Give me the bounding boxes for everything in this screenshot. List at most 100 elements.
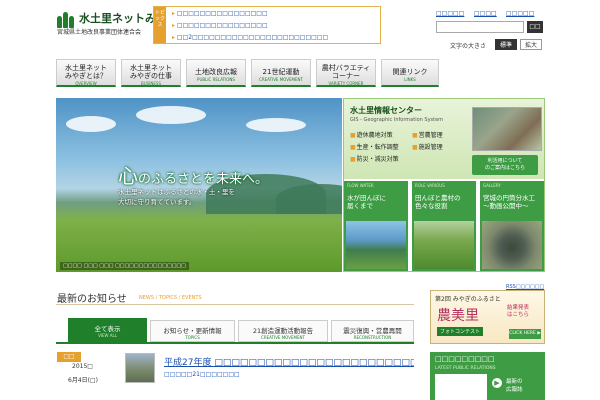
gis-item: 遊休農地対策 [350, 130, 393, 139]
banner-title: 農美里 [437, 308, 479, 324]
news-category-link[interactable]: □□□□□21□□□□□□□ [164, 371, 240, 378]
card-tag: GALLERY [483, 183, 501, 188]
font-size-normal-button[interactable]: 標準 [495, 39, 517, 50]
card-tag: FLOW WATER [347, 183, 374, 188]
public-relations-box: □□□□□□□□□ LATEST PUBLIC RELATIONS ▶ 最新の … [430, 352, 545, 400]
nav-en-label: LINKS [404, 77, 416, 82]
card-image [346, 221, 406, 269]
nav-en-label: OVERVIEW [75, 81, 97, 86]
logo-leaf-icon [63, 12, 68, 28]
cloud-shape [66, 116, 116, 132]
nav-en-label: CREATIVE MOVEMENT [259, 77, 303, 82]
gis-subtitle: GIS - Geographic Information System [350, 117, 444, 123]
hero-subtext: 水土里ネットはふるさとの水・土・里を 大切に守り育てています。 [118, 188, 235, 206]
gis-info-button[interactable]: 利活用について のご案内はこちら [472, 155, 538, 175]
tab-underline [56, 342, 414, 344]
tab-label: お知らせ・更新情報 [163, 327, 222, 335]
gis-panel: 水土里情報センター GIS - Geographic Information S… [343, 98, 545, 272]
font-size-large-button[interactable]: 拡大 [520, 39, 542, 50]
tab-reconstruction[interactable]: 震災復興・営農再開 RECONSTRUCTION [331, 320, 414, 342]
news-date: 6月4日(□) [68, 377, 98, 384]
gis-item: 営農管理 [412, 130, 443, 139]
nav-overview[interactable]: 水土里ネット みやぎとは？ OVERVIEW [56, 59, 116, 87]
card-image [482, 221, 542, 269]
divider [56, 304, 414, 305]
nav-label: 土地改良広報 [195, 68, 237, 76]
mountain-shape [276, 184, 342, 214]
cloud-shape [246, 118, 306, 132]
nav-label: 21世紀運動 [262, 68, 300, 76]
card-gallery[interactable]: GALLERY 宮城の円筒分水工 〜動画公開中〜 [480, 181, 544, 271]
nav-label: 水土里ネット みやぎの仕事 [130, 64, 172, 80]
gis-item: 施設管理 [412, 142, 443, 151]
logo-subtitle: 宮城県土地改良事業団体連合会 [57, 29, 142, 36]
tab-creative-movement[interactable]: 21創造運動活動報告 CREATIVE MOVEMENT [238, 320, 328, 342]
banner-line: 第2回 みやぎのふるさと [435, 296, 501, 303]
card-text: 水が田んぼに 届くまで [347, 194, 386, 210]
nav-en-label: PUBLIC RELATIONS [197, 77, 235, 82]
tab-en-label: VIEW ALL [98, 333, 117, 338]
hero-headline: 心のふるさとを未来へ。 [118, 160, 268, 189]
tab-view-all[interactable]: 全て表示 VIEW ALL [68, 318, 147, 342]
hero-headline-rest: のふるさとを未来へ。 [138, 172, 269, 187]
topic-link[interactable]: □□□□□□□□□□□□□□□□ [172, 10, 268, 17]
news-thumbnail[interactable] [125, 353, 155, 383]
gis-item: 生産・転作調整 [350, 142, 399, 151]
nav-label: 関連リンク [392, 68, 428, 76]
tab-label: 全て表示 [94, 325, 121, 333]
gis-item: 防災・減災対策 [350, 154, 399, 163]
tab-topics[interactable]: お知らせ・更新情報 TOPICS [150, 320, 235, 342]
nav-label: 水土里ネット みやぎとは？ [65, 64, 107, 80]
gis-terrain-image [472, 107, 542, 151]
pr-latest-link[interactable]: 最新の 広報誌 [506, 378, 542, 394]
tab-label: 震災復興・営農再開 [343, 327, 402, 335]
topic-link[interactable]: □□□□□□□□□□□□□□□□ [172, 22, 268, 29]
tab-en-label: RECONSTRUCTION [353, 335, 392, 340]
nav-label: 農村バラエティ コーナー [321, 64, 371, 80]
topics-box: トピックス □□□□□□□□□□□□□□□□ □□□□□□□□□□□□□□□□ … [153, 6, 381, 44]
nav-business[interactable]: 水土里ネット みやぎの仕事 BUSINESS [121, 59, 181, 87]
news-title: 最新のお知らせ [57, 294, 127, 305]
cloud-shape [136, 106, 206, 124]
nav-public-relations[interactable]: 土地改良広報 PUBLIC RELATIONS [186, 59, 246, 87]
tab-en-label: TOPICS [185, 335, 200, 340]
topics-label: トピックス [154, 7, 166, 43]
card-text: 宮城の円筒分水工 〜動画公開中〜 [483, 194, 535, 210]
banner-click-button[interactable]: CLICK HERE ▶ [509, 329, 541, 339]
hero-caption: □□□□ □□□ □□□ □□□□□□□□□□□□□□□ [60, 262, 189, 270]
banner-result-text: 結果発表 はこちら [507, 305, 530, 318]
pr-title: □□□□□□□□□ [435, 355, 495, 363]
arrow-right-icon[interactable]: ▶ [492, 378, 502, 388]
photo-contest-banner[interactable]: 第2回 みやぎのふるさと 農美里 フォトコンテスト 結果発表 はこちら CLIC… [430, 290, 545, 344]
search-input[interactable] [436, 21, 524, 33]
nav-en-label: BUSINESS [141, 81, 161, 86]
tab-label: 21創造運動活動報告 [252, 327, 314, 335]
news-title-link[interactable]: 平成27年度 □□□□□□□□□□□□□□□□□□□□□□□□□□ [164, 355, 414, 368]
pr-magazine-image[interactable] [435, 374, 487, 400]
hero-headline-big: 心 [118, 164, 138, 188]
nav-links[interactable]: 関連リンク LINKS [381, 59, 439, 87]
card-tag: ROLE VARIOUS [415, 183, 445, 188]
card-flow-water[interactable]: FLOW WATER 水が田んぼに 届くまで [344, 181, 408, 271]
pr-subtitle: LATEST PUBLIC RELATIONS [435, 366, 496, 371]
banner-contest-label: フォトコンテスト [437, 327, 484, 336]
card-text: 田んぼと農村の 色々な役割 [415, 194, 461, 210]
hero-image: 心のふるさとを未来へ。 水土里ネットはふるさとの水・土・里を 大切に守り育ててい… [56, 98, 342, 272]
card-role-various[interactable]: ROLE VARIOUS 田んぼと農村の 色々な役割 [412, 181, 476, 271]
font-size-label: 文字の大きさ [450, 43, 487, 50]
news-subtitle: NEWS / TOPICS / EVENTS [139, 295, 202, 301]
news-year: 2015□ [72, 363, 93, 370]
topic-link[interactable]: □□2□□□□□□□□□□□□□□□□□□□□□□□□ [172, 34, 328, 41]
nav-variety-corner[interactable]: 農村バラエティ コーナー VARIETY CORNER [316, 59, 376, 87]
card-image [414, 221, 474, 269]
gis-title: 水土里情報センター [350, 106, 422, 115]
util-link[interactable]: □□□□□ [436, 10, 464, 17]
util-link[interactable]: □□□□□ [506, 10, 534, 17]
news-category-badge: □□ [57, 352, 81, 362]
search-button[interactable]: □□ [527, 21, 543, 33]
site-logo[interactable]: 水土里ネットみやぎ 宮城県土地改良事業団体連合会 [57, 8, 178, 36]
nav-creative-movement[interactable]: 21世紀運動 CREATIVE MOVEMENT [251, 59, 311, 87]
nav-en-label: VARIETY CORNER [328, 81, 364, 86]
util-link[interactable]: □□□□ [474, 10, 497, 17]
tab-en-label: CREATIVE MOVEMENT [261, 335, 305, 340]
